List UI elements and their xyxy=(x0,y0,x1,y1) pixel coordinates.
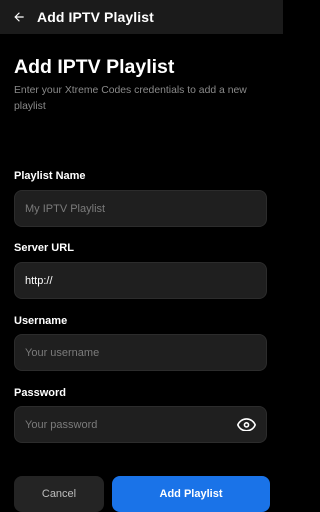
page-subtitle: Enter your Xtreme Codes credentials to a… xyxy=(14,85,247,112)
username-label: Username xyxy=(14,315,68,327)
server-url-field[interactable] xyxy=(14,262,267,299)
username-field[interactable] xyxy=(14,334,267,371)
cancel-button[interactable]: Cancel xyxy=(14,476,104,512)
toggle-password-visibility-button[interactable] xyxy=(236,418,256,432)
back-button[interactable] xyxy=(7,5,31,29)
app-bar-title: Add IPTV Playlist xyxy=(37,9,154,25)
password-field[interactable] xyxy=(14,406,267,443)
app-bar: Add IPTV Playlist xyxy=(0,0,283,34)
server-url-label: Server URL xyxy=(14,242,74,254)
eye-icon xyxy=(236,418,256,431)
password-input[interactable] xyxy=(15,407,235,442)
playlist-name-field[interactable] xyxy=(14,190,267,227)
server-url-input[interactable] xyxy=(15,263,235,298)
page-title: Add IPTV Playlist xyxy=(14,56,175,78)
playlist-name-label: Playlist Name xyxy=(14,170,86,182)
arrow-left-icon xyxy=(14,12,24,22)
playlist-name-input[interactable] xyxy=(15,191,235,226)
username-input[interactable] xyxy=(15,335,235,370)
add-playlist-button[interactable]: Add Playlist xyxy=(112,476,270,512)
password-label: Password xyxy=(14,387,66,399)
